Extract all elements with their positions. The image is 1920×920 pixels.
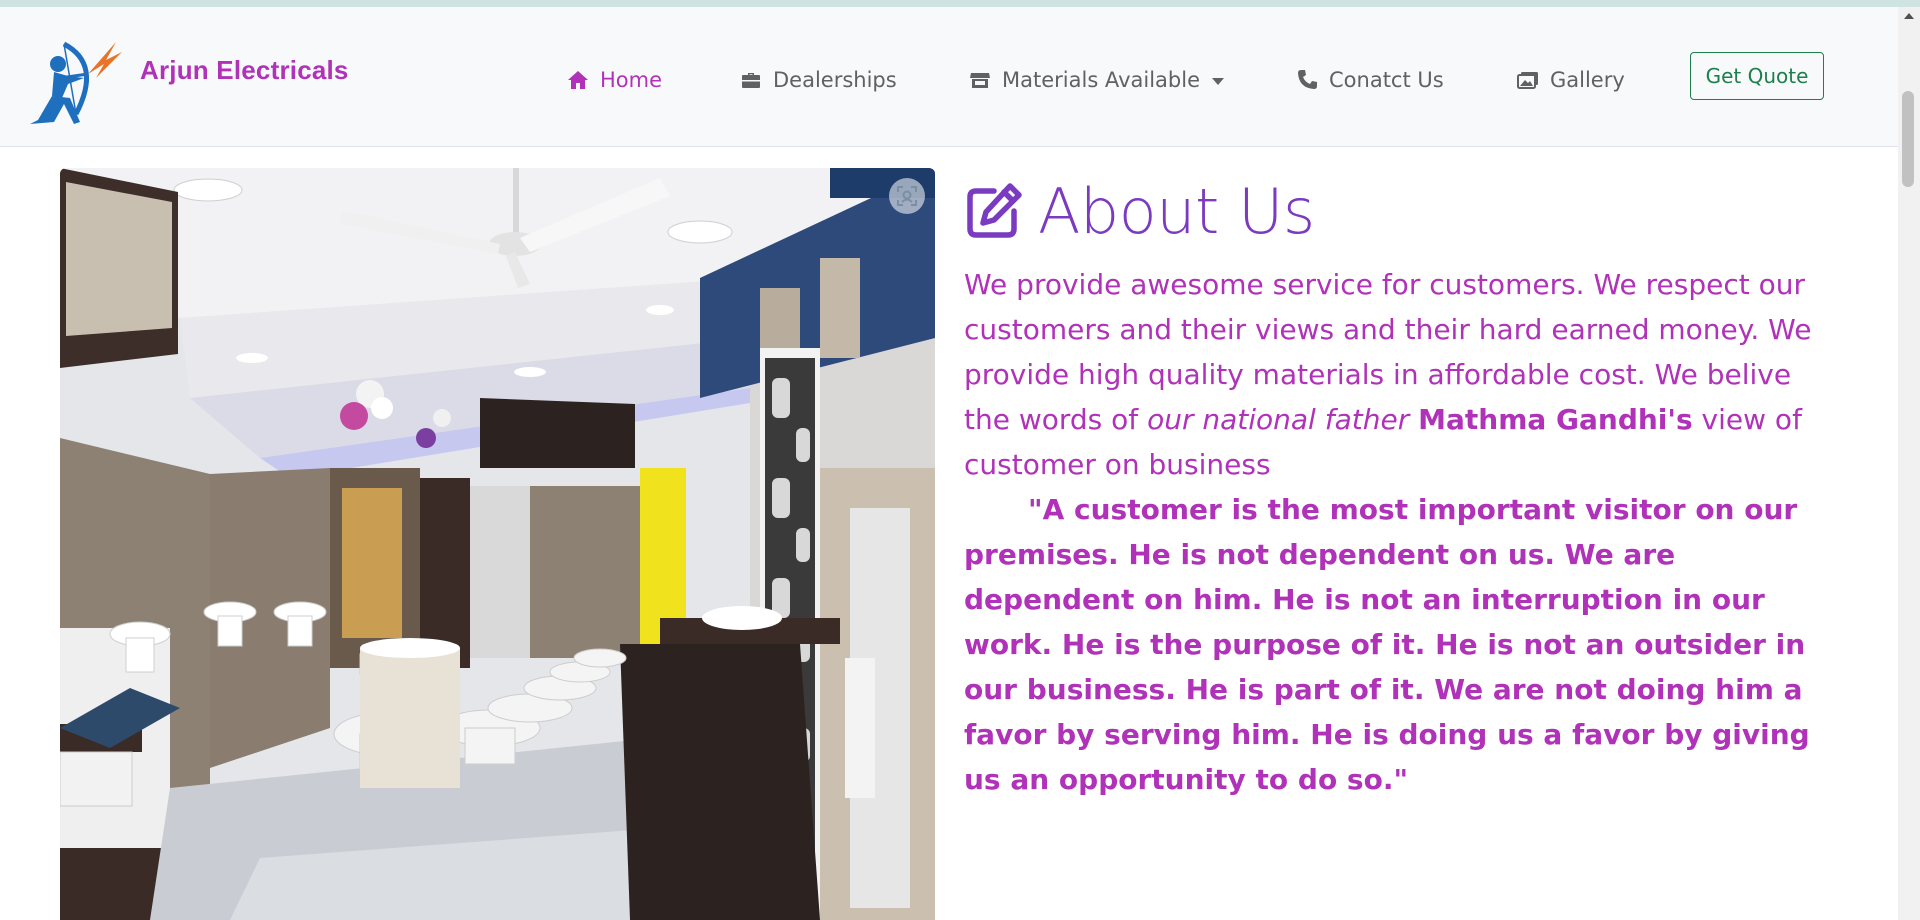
store-icon xyxy=(968,68,992,92)
images-icon xyxy=(1516,68,1540,92)
nav-dealerships[interactable]: Dealerships xyxy=(739,64,897,96)
nav-contact[interactable]: Conatct Us xyxy=(1295,64,1444,96)
phone-icon xyxy=(1295,68,1319,92)
navbar: Arjun Electricals Home Dealerships Mater… xyxy=(0,7,1898,147)
scroll-up-arrow-icon[interactable] xyxy=(1904,13,1914,19)
nav-gallery[interactable]: Gallery xyxy=(1516,64,1625,96)
page-scrollbar[interactable] xyxy=(1898,7,1920,920)
about-title: About Us xyxy=(1038,174,1315,248)
nav-home-label: Home xyxy=(600,68,663,92)
nav-materials-dropdown[interactable]: Materials Available xyxy=(968,64,1224,96)
about-text-italic: our national father xyxy=(1147,403,1410,436)
about-heading: About Us xyxy=(964,174,1315,248)
browser-top-strip xyxy=(0,0,1920,7)
edit-icon xyxy=(964,181,1024,241)
nav-dealerships-label: Dealerships xyxy=(773,68,897,92)
briefcase-icon xyxy=(739,68,763,92)
chevron-down-icon xyxy=(1211,77,1224,85)
about-paragraph: We provide awesome service for customers… xyxy=(964,262,1842,802)
brand-name[interactable]: Arjun Electricals xyxy=(140,55,349,86)
showroom-photo xyxy=(60,168,935,920)
nav-home[interactable]: Home xyxy=(566,64,662,96)
home-icon xyxy=(566,68,590,92)
scrollbar-thumb[interactable] xyxy=(1902,91,1914,187)
nav-gallery-label: Gallery xyxy=(1550,68,1625,92)
nav-contact-label: Conatct Us xyxy=(1329,68,1444,92)
nav-materials-label: Materials Available xyxy=(1002,68,1200,92)
get-quote-button[interactable]: Get Quote xyxy=(1690,52,1824,100)
image-lens-icon[interactable] xyxy=(889,178,925,214)
archer-logo-icon[interactable] xyxy=(24,34,136,134)
about-text-bold: Mathma Gandhi's xyxy=(1418,403,1693,436)
gandhi-quote: "A customer is the most important visito… xyxy=(964,493,1810,796)
